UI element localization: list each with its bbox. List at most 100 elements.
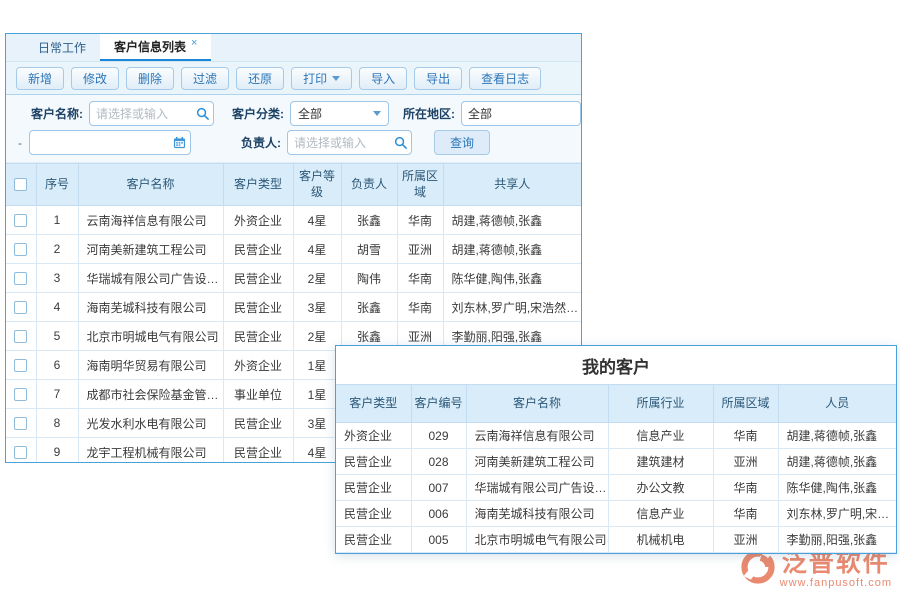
row-checkbox-cell — [6, 409, 36, 438]
region-field[interactable] — [461, 101, 581, 126]
select-all-header — [6, 164, 36, 206]
panel-column-header-4: 所属区域 — [713, 385, 778, 423]
cell-customer-code[interactable]: 007 — [411, 475, 466, 501]
cell-customer-name[interactable]: 光发水利水电有限公司 — [78, 409, 223, 438]
cell-customer-code[interactable]: 005 — [411, 527, 466, 553]
fanpu-logo-name: 泛普软件 — [782, 551, 890, 576]
cell-customer-name[interactable]: 北京市明城电气有限公司 — [78, 322, 223, 351]
cell-customer-name[interactable]: 河南美新建筑工程公司 — [78, 235, 223, 264]
cell-customer-name[interactable]: 海南芜城科技有限公司 — [78, 293, 223, 322]
customer-name-field[interactable] — [89, 101, 214, 126]
cell-customer-name[interactable]: 河南美新建筑工程公司 — [466, 449, 608, 475]
row-checkbox[interactable] — [14, 243, 27, 256]
cell-customer-level: 1星 — [293, 351, 341, 380]
date-input[interactable] — [30, 131, 168, 154]
customer-table-header-row: 序号客户名称客户类型客户等级负责人所属区域共享人 — [6, 164, 581, 206]
panel-table-row[interactable]: 民营企业006海南芜城科技有限公司信息产业华南刘东林,罗广明,宋浩然,... — [336, 501, 896, 527]
chevron-down-icon — [332, 76, 340, 81]
cell-members: 胡建,蒋德帧,张鑫 — [778, 423, 896, 449]
cell-region: 亚洲 — [397, 235, 443, 264]
toolbar-button-0[interactable]: 新增 — [16, 67, 64, 90]
region-input[interactable] — [462, 102, 580, 125]
cell-region: 亚洲 — [713, 449, 778, 475]
toolbar-button-3[interactable]: 过滤 — [181, 67, 229, 90]
panel-table-row[interactable]: 民营企业007华瑞城有限公司广告设计部办公文教华南陈华健,陶伟,张鑫 — [336, 475, 896, 501]
row-checkbox[interactable] — [14, 417, 27, 430]
select-all-checkbox[interactable] — [14, 178, 27, 191]
cell-customer-name[interactable]: 云南海祥信息有限公司 — [78, 206, 223, 235]
manager-input[interactable] — [288, 131, 389, 154]
cell-shared: 刘东林,罗广明,宋浩然,张鑫 — [443, 293, 581, 322]
cell-manager[interactable]: 张鑫 — [341, 293, 397, 322]
my-customers-title: 我的客户 — [336, 346, 896, 384]
cell-customer-name[interactable]: 龙宇工程机械有限公司 — [78, 438, 223, 464]
panel-table-row[interactable]: 民营企业028河南美新建筑工程公司建筑建材亚洲胡建,蒋德帧,张鑫 — [336, 449, 896, 475]
cell-manager[interactable]: 胡雪 — [341, 235, 397, 264]
column-header-6: 共享人 — [443, 164, 581, 206]
cell-region: 华南 — [397, 206, 443, 235]
row-checkbox[interactable] — [14, 359, 27, 372]
panel-table-row[interactable]: 外资企业029云南海祥信息有限公司信息产业华南胡建,蒋德帧,张鑫 — [336, 423, 896, 449]
cell-customer-code[interactable]: 006 — [411, 501, 466, 527]
row-checkbox[interactable] — [14, 301, 27, 314]
cell-customer-level: 1星 — [293, 380, 341, 409]
tab-bar: 日常工作客户信息列表× — [6, 34, 581, 62]
cell-customer-name[interactable]: 海南芜城科技有限公司 — [466, 501, 608, 527]
table-row[interactable]: 1云南海祥信息有限公司外资企业4星张鑫华南胡建,蒋德帧,张鑫 — [6, 206, 581, 235]
customer-category-select[interactable]: 全部 — [290, 101, 389, 126]
customer-name-input[interactable] — [90, 102, 191, 125]
table-row[interactable]: 2河南美新建筑工程公司民营企业4星胡雪亚洲胡建,蒋德帧,张鑫 — [6, 235, 581, 264]
toolbar-button-label: 导入 — [371, 70, 395, 87]
toolbar-button-6[interactable]: 导入 — [359, 67, 407, 90]
customer-category-value: 全部 — [298, 105, 366, 122]
toolbar-button-1[interactable]: 修改 — [71, 67, 119, 90]
toolbar-button-7[interactable]: 导出 — [414, 67, 462, 90]
row-checkbox[interactable] — [14, 330, 27, 343]
cell-manager[interactable]: 张鑫 — [341, 206, 397, 235]
filter-area: 客户名称: 客户分类: 全部 所在地区: - — [6, 95, 581, 163]
calendar-icon[interactable] — [168, 136, 190, 149]
tab-close-icon[interactable]: × — [191, 37, 197, 49]
cell-customer-level: 3星 — [293, 409, 341, 438]
date-field[interactable] — [29, 130, 191, 155]
search-icon[interactable] — [389, 136, 411, 149]
my-customers-table: 客户类型客户编号客户名称所属行业所属区域人员 外资企业029云南海祥信息有限公司… — [336, 384, 896, 553]
search-icon[interactable] — [191, 107, 213, 120]
filter-row-2: - 负责人: 查询 — [6, 129, 581, 156]
row-checkbox[interactable] — [14, 214, 27, 227]
row-checkbox[interactable] — [14, 446, 27, 459]
manager-field[interactable] — [287, 130, 412, 155]
tab-0[interactable]: 日常工作 — [24, 34, 100, 61]
cell-manager[interactable]: 陶伟 — [341, 264, 397, 293]
toolbar-button-label: 过滤 — [193, 70, 217, 87]
toolbar-button-5[interactable]: 打印 — [291, 67, 352, 90]
cell-customer-name[interactable]: 华瑞城有限公司广告设计部 — [78, 264, 223, 293]
toolbar-button-4[interactable]: 还原 — [236, 67, 284, 90]
panel-column-header-2: 客户名称 — [466, 385, 608, 423]
cell-customer-type: 外资企业 — [223, 206, 293, 235]
row-checkbox[interactable] — [14, 388, 27, 401]
cell-customer-name[interactable]: 华瑞城有限公司广告设计部 — [466, 475, 608, 501]
cell-members: 胡建,蒋德帧,张鑫 — [778, 449, 896, 475]
cell-region: 华南 — [713, 475, 778, 501]
cell-customer-name[interactable]: 云南海祥信息有限公司 — [466, 423, 608, 449]
cell-customer-code[interactable]: 028 — [411, 449, 466, 475]
table-row[interactable]: 3华瑞城有限公司广告设计部民营企业2星陶伟华南陈华健,陶伟,张鑫 — [6, 264, 581, 293]
panel-table-row[interactable]: 民营企业005北京市明城电气有限公司机械机电亚洲李勤丽,阳强,张鑫 — [336, 527, 896, 553]
toolbar-button-2[interactable]: 删除 — [126, 67, 174, 90]
cell-customer-type: 外资企业 — [336, 423, 411, 449]
row-checkbox[interactable] — [14, 272, 27, 285]
toolbar-button-8[interactable]: 查看日志 — [469, 67, 541, 90]
column-header-3: 客户等级 — [293, 164, 341, 206]
cell-customer-code[interactable]: 029 — [411, 423, 466, 449]
my-customers-body: 外资企业029云南海祥信息有限公司信息产业华南胡建,蒋德帧,张鑫民营企业028河… — [336, 423, 896, 553]
cell-customer-name[interactable]: 海南明华贸易有限公司 — [78, 351, 223, 380]
query-button[interactable]: 查询 — [434, 130, 490, 155]
chevron-down-icon[interactable] — [366, 111, 388, 116]
cell-customer-name[interactable]: 北京市明城电气有限公司 — [466, 527, 608, 553]
cell-customer-name[interactable]: 成都市社会保险基金管理... — [78, 380, 223, 409]
row-checkbox-cell — [6, 351, 36, 380]
tab-1[interactable]: 客户信息列表× — [100, 34, 211, 61]
table-row[interactable]: 4海南芜城科技有限公司民营企业3星张鑫华南刘东林,罗广明,宋浩然,张鑫 — [6, 293, 581, 322]
row-checkbox-cell — [6, 264, 36, 293]
